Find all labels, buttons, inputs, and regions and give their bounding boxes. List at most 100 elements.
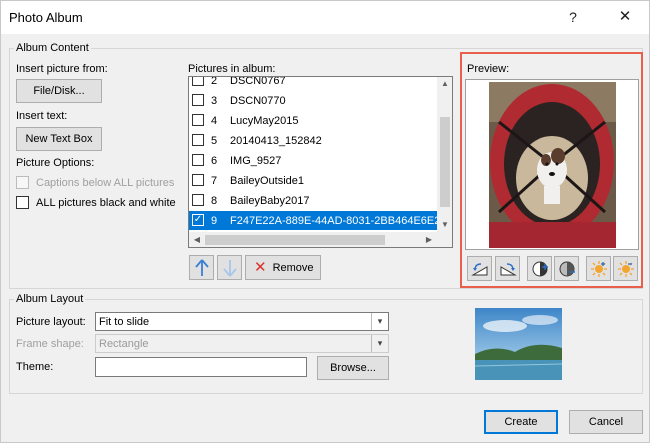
list-item[interactable]: 2 DSCN0767	[189, 76, 437, 90]
photo-album-dialog: Photo Album ? ✕ Album Content Insert pic…	[0, 0, 650, 443]
list-item-checkbox[interactable]	[192, 194, 204, 206]
list-item-name: F247E22A-889E-44AD-8031-2BB464E6E22	[230, 215, 447, 227]
pictures-listbox[interactable]: 2 DSCN0767 3 DSCN0770 4 LucyMay2015 5 20…	[188, 76, 453, 248]
rotate-right-button[interactable]	[495, 256, 520, 281]
captions-checkbox[interactable]	[16, 176, 29, 189]
preview-photo-dog	[489, 82, 616, 248]
browse-button[interactable]: Browse...	[317, 356, 389, 380]
list-item-number: 3	[211, 95, 218, 107]
browse-button-label: Browse...	[330, 362, 376, 374]
list-item[interactable]: 8 BaileyBaby2017	[189, 191, 437, 210]
decrease-contrast-icon	[559, 261, 575, 276]
landscape-thumbnail-icon	[475, 308, 562, 380]
rotate-right-icon	[500, 262, 517, 275]
arrow-down-icon	[222, 259, 237, 277]
picture-layout-label: Picture layout:	[16, 316, 86, 328]
list-horizontal-scrollbar[interactable]: ◀ ▶	[189, 232, 452, 247]
scroll-up-icon[interactable]: ▲	[437, 77, 452, 91]
list-item-checkbox[interactable]	[192, 174, 204, 186]
insert-text-label: Insert text:	[16, 110, 68, 122]
preview-label: Preview:	[467, 63, 510, 75]
list-item-name: 20140413_152842	[230, 135, 322, 147]
black-white-checkbox[interactable]	[16, 196, 29, 209]
cancel-button[interactable]: Cancel	[569, 410, 643, 434]
list-item-name: BaileyOutside1	[230, 175, 304, 187]
move-up-button[interactable]	[189, 255, 214, 280]
remove-button-label: Remove	[272, 261, 314, 274]
scrollbar-thumb[interactable]	[440, 117, 450, 207]
list-item-checkbox[interactable]	[192, 77, 204, 86]
chevron-down-icon[interactable]: ▾	[371, 313, 388, 330]
scroll-down-icon[interactable]: ▼	[437, 218, 452, 232]
increase-contrast-button[interactable]	[527, 256, 552, 281]
remove-x-icon: ✕	[254, 259, 267, 276]
new-text-box-button-label: New Text Box	[25, 133, 93, 145]
list-item-checkbox[interactable]	[192, 134, 204, 146]
list-item-number: 6	[211, 155, 218, 167]
list-item-number: 9	[211, 215, 218, 227]
list-item-selected[interactable]: ✓ 9 F247E22A-889E-44AD-8031-2BB464E6E22	[189, 211, 446, 230]
list-item[interactable]: 6 IMG_9527	[189, 151, 437, 170]
chevron-down-icon[interactable]: ▾	[371, 335, 388, 352]
cancel-button-label: Cancel	[588, 416, 624, 428]
list-item-number: 5	[211, 135, 218, 147]
list-item-number: 2	[211, 76, 218, 87]
list-item-name: BaileyBaby2017	[230, 195, 310, 207]
frame-shape-value: Rectangle	[99, 338, 149, 350]
remove-button[interactable]: ✕ Remove	[245, 255, 321, 280]
new-text-box-button[interactable]: New Text Box	[16, 127, 102, 151]
preview-box	[465, 79, 639, 250]
file-disk-button[interactable]: File/Disk...	[16, 79, 102, 103]
picture-layout-value: Fit to slide	[99, 316, 150, 328]
list-item-checkbox[interactable]	[192, 94, 204, 106]
title-bar: Photo Album ? ✕	[1, 1, 649, 34]
arrow-up-icon	[194, 258, 209, 276]
picture-options-label: Picture Options:	[16, 157, 95, 169]
list-item-number: 8	[211, 195, 218, 207]
theme-label: Theme:	[16, 361, 54, 373]
list-item-checkbox[interactable]	[192, 154, 204, 166]
picture-layout-select[interactable]: Fit to slide ▾	[95, 312, 389, 331]
window-title: Photo Album	[9, 10, 83, 25]
theme-input[interactable]	[95, 357, 307, 377]
black-white-label: ALL pictures black and white	[36, 197, 176, 209]
scroll-right-icon[interactable]: ▶	[421, 232, 437, 247]
list-vertical-scrollbar[interactable]: ▲ ▼	[437, 77, 452, 232]
list-item[interactable]: 7 BaileyOutside1	[189, 171, 437, 190]
captions-label: Captions below ALL pictures	[36, 177, 175, 189]
move-down-button[interactable]	[217, 255, 242, 280]
scroll-left-icon[interactable]: ◀	[189, 232, 205, 247]
album-content-group-label: Album Content	[14, 42, 91, 54]
list-item-name: IMG_9527	[230, 155, 282, 167]
list-item-number: 4	[211, 115, 218, 127]
list-item[interactable]: 4 LucyMay2015	[189, 111, 437, 130]
decrease-brightness-icon	[617, 260, 634, 277]
pictures-in-album-label: Pictures in album:	[188, 63, 276, 75]
increase-contrast-icon	[532, 261, 548, 276]
list-item-checkbox[interactable]	[192, 114, 204, 126]
file-disk-button-label: File/Disk...	[33, 85, 85, 97]
list-item-name: DSCN0767	[230, 76, 286, 87]
list-item-name: DSCN0770	[230, 95, 286, 107]
list-item-checkbox-checked[interactable]: ✓	[192, 214, 204, 226]
create-button[interactable]: Create	[484, 410, 558, 434]
list-item[interactable]: 3 DSCN0770	[189, 91, 437, 110]
decrease-brightness-button[interactable]	[613, 256, 638, 281]
close-button[interactable]: ✕	[611, 6, 639, 28]
rotate-left-icon	[470, 262, 487, 275]
decrease-contrast-button[interactable]	[554, 256, 579, 281]
insert-picture-from-label: Insert picture from:	[16, 63, 108, 75]
scrollbar-thumb[interactable]	[205, 235, 385, 245]
album-layout-group-label: Album Layout	[14, 293, 86, 305]
increase-brightness-icon	[590, 260, 607, 277]
list-item-number: 7	[211, 175, 218, 187]
layout-preview-thumbnail	[475, 308, 562, 380]
list-item-name: LucyMay2015	[230, 115, 299, 127]
list-item[interactable]: 5 20140413_152842	[189, 131, 437, 150]
rotate-left-button[interactable]	[467, 256, 492, 281]
frame-shape-select[interactable]: Rectangle ▾	[95, 334, 389, 353]
increase-brightness-button[interactable]	[586, 256, 611, 281]
frame-shape-label: Frame shape:	[16, 338, 84, 350]
create-button-label: Create	[504, 416, 538, 428]
help-button[interactable]: ?	[559, 6, 587, 28]
